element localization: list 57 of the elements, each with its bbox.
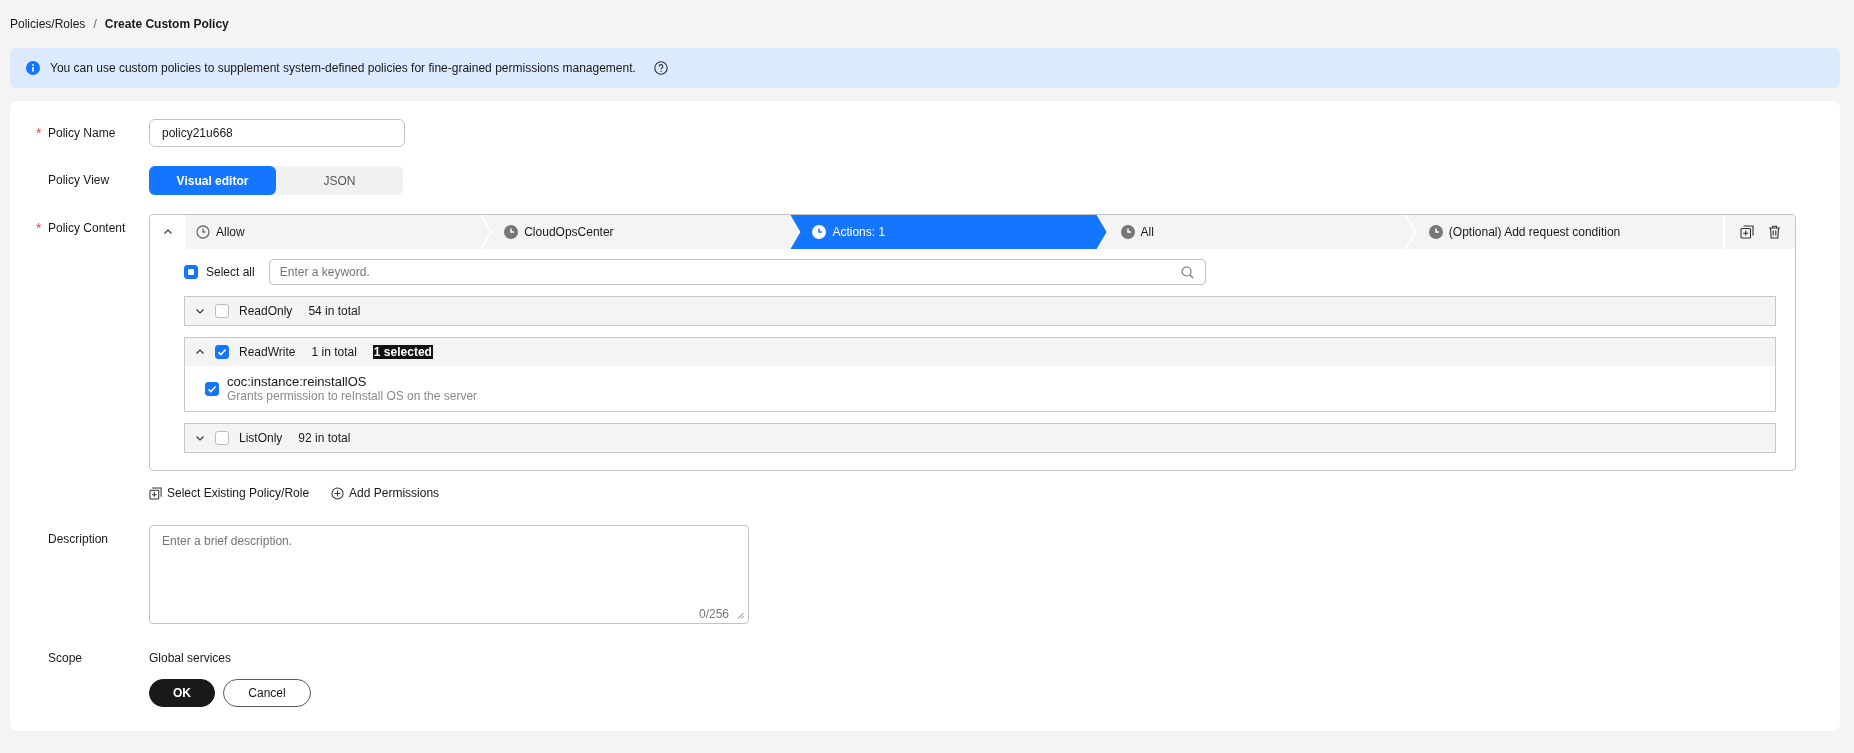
add-link[interactable]: Add Permissions	[331, 486, 440, 500]
help-icon[interactable]	[653, 61, 668, 75]
checkmark-icon	[207, 383, 217, 394]
chevron-down-icon[interactable]	[195, 306, 205, 316]
policy-name-input[interactable]: policy21u668	[149, 119, 405, 147]
scope-value: Global services	[149, 650, 232, 667]
search-field[interactable]: Enter a keyword.	[268, 259, 1206, 285]
select-all-checkbox[interactable]	[184, 265, 198, 279]
required-mark: *	[36, 219, 43, 238]
clock-icon	[1428, 225, 1443, 239]
step-tab[interactable]: All	[1098, 215, 1415, 249]
char-counter: 0/256	[698, 607, 729, 621]
info-icon	[26, 61, 40, 75]
clock-icon	[196, 225, 210, 239]
selected-count: 1 selected	[372, 345, 433, 359]
step-tab[interactable]: CloudOpsCenter	[482, 215, 799, 249]
checkbox[interactable]	[215, 431, 229, 445]
ok-button[interactable]: OK	[149, 679, 215, 707]
chevron-down-icon[interactable]	[195, 433, 205, 443]
group-name: ReadOnly	[239, 304, 293, 318]
field-label: Policy View	[48, 172, 110, 189]
checkmark-icon	[217, 347, 227, 357]
view-tab[interactable]: Visual editor	[149, 166, 276, 195]
clock-icon	[1120, 225, 1135, 239]
breadcrumb-link[interactable]: Policies/Roles	[10, 17, 86, 31]
step-tab[interactable]: Actions: 1	[790, 215, 1107, 249]
field-label: Policy Name	[48, 125, 116, 142]
field-label: Policy Content	[48, 220, 126, 237]
info-text: You can use custom policies to supplement system-defined policies for fine-grained permissions management.	[50, 61, 636, 75]
field-label: Description	[48, 531, 109, 548]
field-label: Scope	[48, 650, 83, 667]
select-all-label: Select all	[206, 265, 255, 279]
group-count: 1 in total	[311, 345, 357, 359]
add-link[interactable]: Select Existing Policy/Role	[149, 486, 310, 500]
cancel-button[interactable]: Cancel	[223, 679, 311, 707]
copy-icon[interactable]	[1739, 225, 1754, 239]
search-icon[interactable]	[1180, 266, 1194, 279]
step-tab[interactable]: (Optional) Add request condition	[1406, 215, 1723, 249]
copy-icon	[149, 486, 162, 500]
clock-icon	[504, 225, 519, 239]
clock-icon	[812, 225, 827, 239]
checkbox[interactable]	[205, 381, 219, 396]
checkbox[interactable]	[215, 345, 229, 359]
step-tab[interactable]: Allow	[186, 215, 491, 249]
action-description: Grants permission to reInstall OS on the server	[227, 389, 478, 403]
plus-circle-icon	[331, 486, 345, 500]
group-name: ReadWrite	[239, 345, 296, 359]
checkbox[interactable]	[215, 304, 229, 318]
group-count: 92 in total	[298, 431, 351, 445]
group-count: 54 in total	[308, 304, 361, 318]
breadcrumb-separator: /	[93, 17, 97, 31]
resize-grip-icon[interactable]	[737, 612, 744, 619]
required-mark: *	[36, 124, 43, 143]
trash-icon[interactable]	[1767, 225, 1781, 239]
group-name: ListOnly	[239, 431, 283, 445]
page-title: Create Custom Policy	[104, 17, 229, 31]
action-name: coc:instance:reinstallOS	[227, 374, 368, 389]
